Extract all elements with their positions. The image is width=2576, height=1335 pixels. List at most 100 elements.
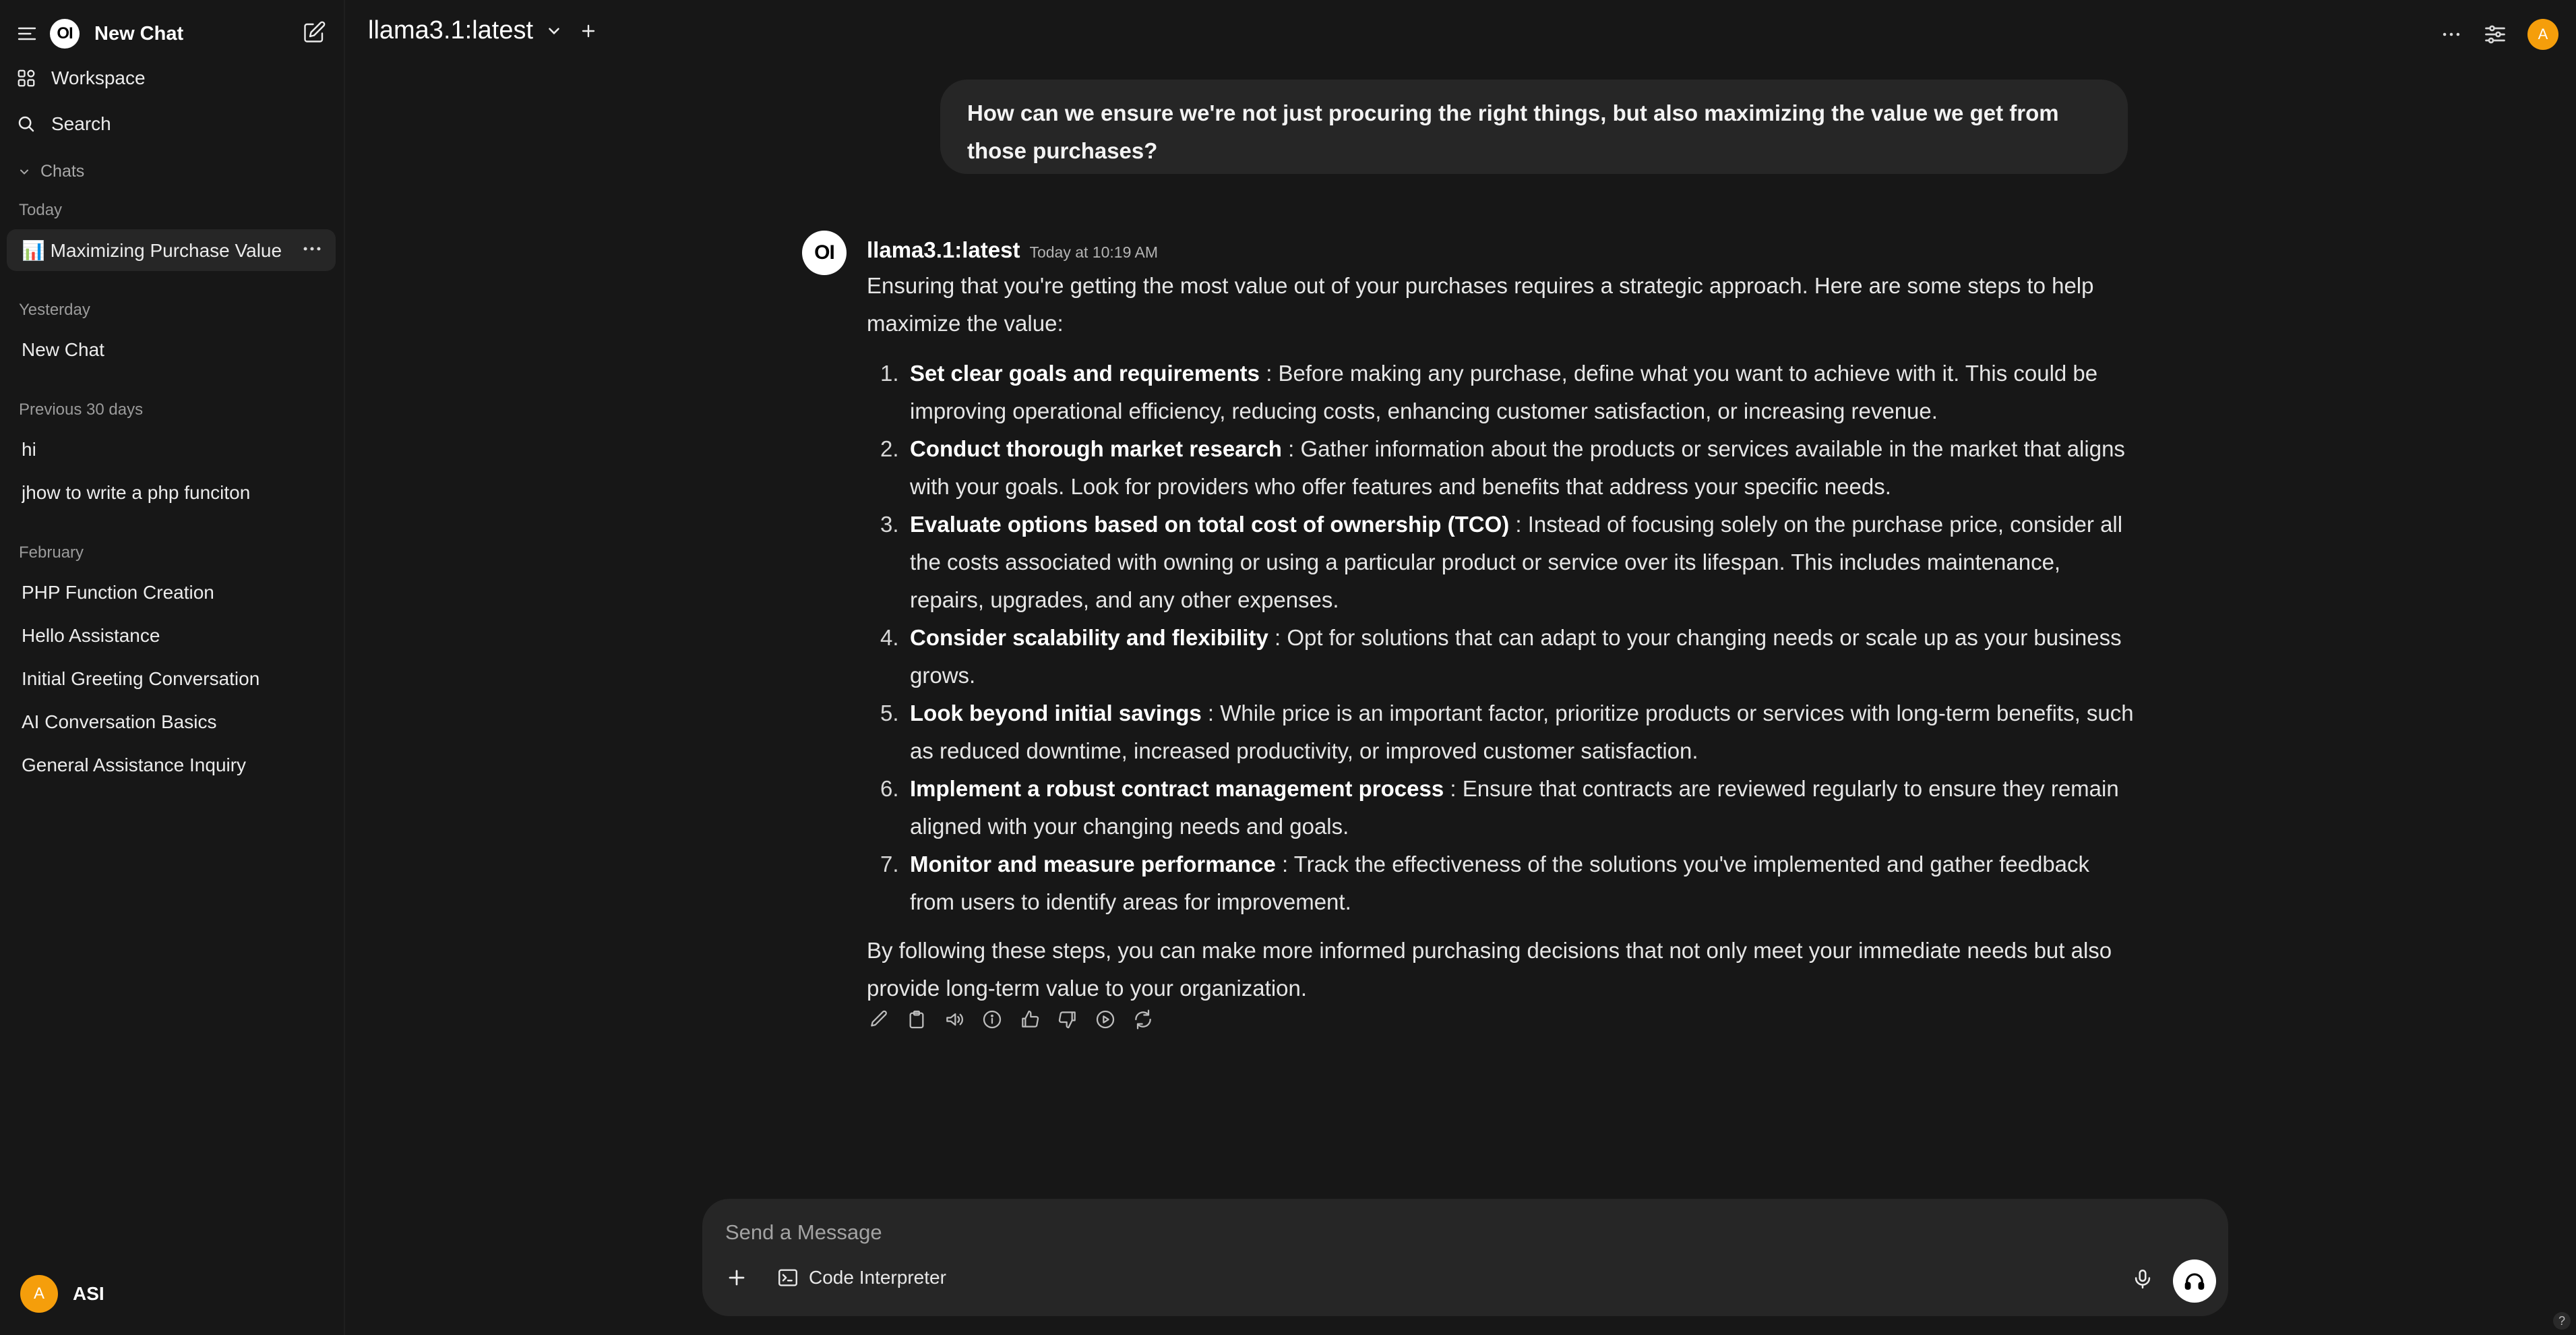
regenerate-icon[interactable] — [1131, 1007, 1155, 1032]
chat-item-active[interactable]: 📊 Maximizing Purchase Value — [7, 229, 336, 271]
help-button[interactable]: ? — [2553, 1312, 2571, 1330]
thumbs-up-icon[interactable] — [1018, 1007, 1042, 1032]
ellipsis-icon[interactable] — [2440, 23, 2463, 46]
chat-header: llama3.1:latest A — [346, 0, 2576, 67]
grid-icon — [16, 68, 36, 88]
section-previous-30-days: Previous 30 days — [19, 400, 144, 419]
steps-list: 1. Set clear goals and requirements : Bef… — [867, 355, 2134, 921]
voice-mode-button[interactable] — [2173, 1259, 2216, 1303]
sidebar-item-workspace[interactable]: Workspace — [16, 59, 146, 97]
list-item: 2. Conduct thorough market research : Gat… — [867, 430, 2134, 506]
sidebar-item-label: Workspace — [51, 67, 146, 88]
list-number: 2. — [880, 436, 899, 461]
copy-icon[interactable] — [904, 1007, 929, 1032]
list-number: 6. — [880, 776, 899, 801]
assistant-model-name: llama3.1:latest — [867, 237, 1020, 262]
chat-item-label: 📊 Maximizing Purchase Value — [22, 239, 282, 261]
list-number: 1. — [880, 361, 899, 386]
message-timestamp: Today at 10:19 AM — [1029, 243, 1158, 261]
chat-item-label: General Assistance Inquiry — [22, 754, 247, 775]
chat-item[interactable]: New Chat — [7, 329, 336, 371]
chevron-down-icon — [18, 165, 31, 179]
model-selector[interactable]: llama3.1:latest — [368, 16, 596, 45]
code-interpreter-button[interactable]: Code Interpreter — [776, 1266, 946, 1289]
chat-item-label: hi — [22, 439, 36, 460]
code-interpreter-label: Code Interpreter — [809, 1267, 946, 1288]
speaker-icon[interactable] — [942, 1007, 967, 1032]
list-number: 5. — [880, 701, 899, 725]
chat-item-label: New Chat — [22, 339, 104, 360]
step-title: Look beyond initial savings — [910, 701, 1202, 725]
avatar[interactable]: A — [2527, 19, 2558, 50]
chat-item-label: AI Conversation Basics — [22, 711, 217, 732]
message-input[interactable] — [725, 1214, 1938, 1251]
app-window: OI New Chat Workspace Search Chats Today… — [0, 0, 2576, 1335]
user-menu[interactable]: A ASI — [20, 1273, 104, 1315]
section-today: Today — [19, 201, 63, 219]
chat-item[interactable]: AI Conversation Basics — [7, 701, 336, 743]
sliders-icon[interactable] — [2483, 22, 2507, 47]
hamburger-icon[interactable] — [16, 23, 38, 44]
assistant-header: llama3.1:latest Today at 10:19 AM — [867, 237, 1158, 263]
terminal-icon — [776, 1266, 799, 1289]
new-chat-button[interactable]: New Chat — [94, 23, 183, 45]
edit-icon[interactable] — [867, 1007, 891, 1032]
chat-item[interactable]: Hello Assistance — [7, 615, 336, 657]
headphones-icon — [2183, 1270, 2206, 1293]
message-composer: Code Interpreter — [702, 1199, 2228, 1316]
chat-item[interactable]: General Assistance Inquiry — [7, 744, 336, 786]
list-number: 7. — [880, 852, 899, 877]
avatar: A — [20, 1275, 58, 1313]
list-item: 4. Consider scalability and flexibility :… — [867, 619, 2134, 694]
plus-icon[interactable] — [727, 1268, 747, 1288]
sidebar: OI New Chat Workspace Search Chats Today… — [0, 0, 345, 1335]
list-item: 1. Set clear goals and requirements : Bef… — [867, 355, 2134, 430]
pencil-square-icon[interactable] — [302, 20, 326, 44]
info-icon[interactable] — [980, 1007, 1004, 1032]
step-title: Conduct thorough market research — [910, 436, 1282, 461]
chat-item-label: jhow to write a php funciton — [22, 482, 251, 503]
brand-logo: OI — [50, 19, 80, 49]
chat-item[interactable]: PHP Function Creation — [7, 572, 336, 614]
search-icon — [16, 114, 36, 134]
chat-item-label: PHP Function Creation — [22, 582, 214, 603]
section-yesterday: Yesterday — [19, 301, 90, 319]
ellipsis-icon[interactable] — [301, 237, 324, 260]
assistant-content: Ensuring that you're getting the most va… — [867, 267, 2134, 1007]
step-title: Set clear goals and requirements — [910, 361, 1260, 386]
header-actions: A — [2440, 19, 2558, 50]
plus-icon[interactable] — [580, 23, 596, 39]
chat-item[interactable]: hi — [7, 429, 336, 471]
sidebar-item-label: Search — [51, 113, 111, 134]
chat-item[interactable]: Initial Greeting Conversation — [7, 658, 336, 700]
play-icon[interactable] — [1093, 1007, 1117, 1032]
step-title: Evaluate options based on total cost of … — [910, 512, 1510, 537]
section-february: February — [19, 543, 84, 562]
assistant-outro: By following these steps, you can make m… — [867, 938, 2112, 1001]
step-title: Monitor and measure performance — [910, 852, 1276, 877]
list-item: 3. Evaluate options based on total cost o… — [867, 506, 2134, 619]
chats-toggle[interactable]: Chats — [18, 162, 84, 181]
assistant-avatar: OI — [802, 231, 847, 275]
model-name: llama3.1:latest — [368, 16, 534, 44]
user-message: How can we ensure we're not just procuri… — [940, 80, 2128, 174]
list-item: 5. Look beyond initial savings : While pr… — [867, 694, 2134, 770]
list-item: 7. Monitor and measure performance : Trac… — [867, 846, 2134, 921]
chat-item-label: Hello Assistance — [22, 625, 160, 646]
chevron-down-icon — [545, 22, 563, 40]
microphone-icon[interactable] — [2131, 1268, 2154, 1290]
thumbs-down-icon[interactable] — [1055, 1007, 1080, 1032]
step-title: Implement a robust contract management p… — [910, 776, 1444, 801]
chat-item[interactable]: jhow to write a php funciton — [7, 472, 336, 514]
step-title: Consider scalability and flexibility — [910, 625, 1268, 650]
list-item: 6. Implement a robust contract management… — [867, 770, 2134, 846]
user-name: ASI — [73, 1283, 104, 1304]
sidebar-search[interactable]: Search — [16, 105, 111, 143]
list-number: 4. — [880, 625, 899, 650]
list-number: 3. — [880, 512, 899, 537]
sidebar-top: OI New Chat — [13, 15, 332, 53]
assistant-intro: Ensuring that you're getting the most va… — [867, 273, 2094, 336]
message-actions — [867, 1007, 1155, 1032]
chats-label: Chats — [40, 162, 85, 181]
chat-item-label: Initial Greeting Conversation — [22, 668, 260, 689]
